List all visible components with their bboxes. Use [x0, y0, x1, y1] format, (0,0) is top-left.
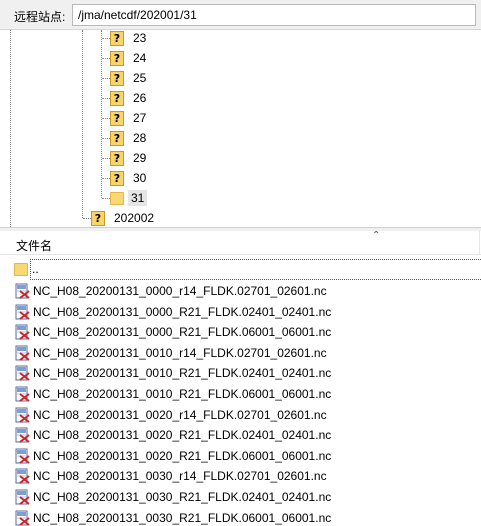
- tree-item-label: 28: [133, 131, 147, 145]
- folder-icon: [14, 262, 28, 276]
- remote-directory-tree[interactable]: ? 23? 24? 25? 26? 27? 28? 29? 30 31? 202002: [0, 30, 481, 227]
- tree-guide-line: [10, 30, 12, 227]
- file-row[interactable]: NC_H08_20200131_0010_r14_FLDK.02701_0260…: [14, 343, 327, 363]
- tree-connector: [102, 38, 110, 39]
- parent-directory-row[interactable]: ..: [14, 258, 39, 280]
- netcdf-file-icon: [14, 283, 30, 299]
- question-folder-icon: ?: [110, 130, 124, 146]
- netcdf-file-icon: [14, 427, 30, 443]
- tree-item-label: 23: [133, 31, 147, 45]
- question-folder-icon: ?: [110, 90, 124, 106]
- question-folder-icon: ?: [110, 170, 124, 186]
- tree-item-day[interactable]: ? 30: [110, 168, 149, 188]
- file-name: NC_H08_20200131_0030_R21_FLDK.02401_0240…: [33, 490, 332, 504]
- file-name: NC_H08_20200131_0000_R21_FLDK.06001_0600…: [33, 325, 332, 340]
- file-row[interactable]: NC_H08_20200131_0030_R21_FLDK.06001_0600…: [14, 508, 331, 526]
- netcdf-file-icon: [14, 510, 30, 526]
- file-row[interactable]: NC_H08_20200131_0020_R21_FLDK.02401_0240…: [14, 425, 331, 445]
- question-folder-icon: ?: [110, 110, 124, 126]
- question-folder-icon: ?: [110, 70, 124, 86]
- file-row[interactable]: NC_H08_20200131_0030_R21_FLDK.02401_0240…: [14, 487, 331, 507]
- tree-item-day[interactable]: ? 28: [110, 128, 149, 148]
- tree-item-month[interactable]: ? 202002: [91, 208, 157, 227]
- file-row[interactable]: NC_H08_20200131_0030_r14_FLDK.02701_0260…: [14, 466, 327, 486]
- netcdf-file-icon: [14, 365, 30, 382]
- tree-item-day[interactable]: ? 27: [110, 108, 149, 128]
- tree-guide-line: [82, 30, 83, 218]
- column-header-label: 文件名: [16, 239, 53, 253]
- tree-connector: [102, 198, 110, 199]
- question-folder-icon: ?: [110, 150, 124, 166]
- file-row[interactable]: NC_H08_20200131_0020_r14_FLDK.02701_0260…: [14, 405, 327, 425]
- file-row[interactable]: NC_H08_20200131_0000_R21_FLDK.06001_0600…: [14, 322, 331, 342]
- sort-ascending-icon: ⌃: [372, 231, 381, 241]
- netcdf-file-icon: [14, 386, 30, 402]
- file-row[interactable]: NC_H08_20200131_0010_R21_FLDK.02401_0240…: [14, 363, 331, 383]
- file-name: NC_H08_20200131_0020_R21_FLDK.06001_0600…: [33, 448, 332, 463]
- netcdf-file-icon: [14, 304, 30, 320]
- tree-connector: [102, 158, 110, 159]
- tree-connector: [102, 78, 110, 79]
- tree-item-day[interactable]: ? 25: [110, 68, 149, 88]
- tree-item-label: 24: [133, 51, 147, 65]
- remote-path-input[interactable]: /jma/netcdf/202001/31: [72, 4, 476, 26]
- tree-item-day[interactable]: ? 24: [110, 48, 149, 68]
- file-name: NC_H08_20200131_0020_r14_FLDK.02701_0260…: [33, 407, 327, 422]
- file-name: NC_H08_20200131_0030_r14_FLDK.02701_0260…: [33, 469, 327, 484]
- parent-directory-label: ..: [32, 262, 39, 276]
- column-header-filename[interactable]: 文件名 ⌃: [0, 231, 481, 255]
- netcdf-file-icon: [14, 324, 30, 340]
- file-row[interactable]: NC_H08_20200131_0000_R21_FLDK.02401_0240…: [14, 302, 331, 322]
- file-name: NC_H08_20200131_0010_R21_FLDK.02401_0240…: [33, 366, 332, 381]
- netcdf-file-icon: [14, 407, 30, 423]
- tree-item-day[interactable]: ? 23: [110, 30, 149, 48]
- netcdf-file-icon: [14, 489, 30, 505]
- tree-connector: [102, 138, 110, 139]
- tree-item-label: 27: [133, 111, 147, 125]
- netcdf-file-icon: [14, 468, 30, 485]
- tree-connector: [102, 58, 110, 59]
- remote-site-label: 远程站点:: [14, 10, 66, 24]
- tree-item-label: 26: [133, 91, 147, 105]
- file-row[interactable]: NC_H08_20200131_0010_R21_FLDK.06001_0600…: [14, 384, 331, 404]
- tree-item-label: 29: [133, 151, 147, 165]
- tree-connector: [83, 218, 91, 219]
- file-name: NC_H08_20200131_0020_R21_FLDK.02401_0240…: [33, 428, 332, 443]
- file-name: NC_H08_20200131_0010_R21_FLDK.06001_0600…: [33, 387, 332, 401]
- tree-item-day[interactable]: ? 26: [110, 88, 149, 108]
- tree-item-selected[interactable]: 31: [110, 188, 148, 208]
- file-name: NC_H08_20200131_0010_r14_FLDK.02701_0260…: [33, 345, 327, 360]
- tree-connector: [102, 118, 110, 119]
- remote-site-bar: 远程站点: /jma/netcdf/202001/31: [0, 0, 481, 30]
- tree-item-label: 202002: [114, 211, 155, 225]
- file-name: NC_H08_20200131_0030_R21_FLDK.06001_0600…: [33, 510, 332, 525]
- file-row[interactable]: NC_H08_20200131_0020_R21_FLDK.06001_0600…: [14, 446, 331, 466]
- tree-connector: [102, 178, 110, 179]
- question-folder-icon: ?: [110, 30, 124, 46]
- file-name: NC_H08_20200131_0000_r14_FLDK.02701_0260…: [33, 284, 327, 298]
- netcdf-file-icon: [14, 448, 30, 464]
- file-name: NC_H08_20200131_0000_R21_FLDK.02401_0240…: [33, 304, 332, 319]
- question-folder-icon: ?: [110, 50, 124, 66]
- netcdf-file-icon: [14, 345, 30, 361]
- tree-item-label: 30: [133, 171, 147, 185]
- tree-item-label: 31: [128, 190, 148, 206]
- tree-item-day[interactable]: ? 29: [110, 148, 149, 168]
- tree-guide-line: [101, 30, 102, 198]
- file-row[interactable]: NC_H08_20200131_0000_r14_FLDK.02701_0260…: [14, 281, 327, 301]
- remote-file-list[interactable]: 文件名 ⌃ .. NC_H08_20200131_0000_r14_FLDK.02…: [0, 231, 481, 526]
- focus-rectangle: [30, 259, 481, 280]
- folder-icon: [110, 191, 124, 205]
- column-divider[interactable]: [479, 231, 480, 255]
- question-folder-icon: ?: [91, 210, 105, 226]
- tree-item-label: 25: [133, 71, 147, 85]
- tree-connector: [102, 98, 110, 99]
